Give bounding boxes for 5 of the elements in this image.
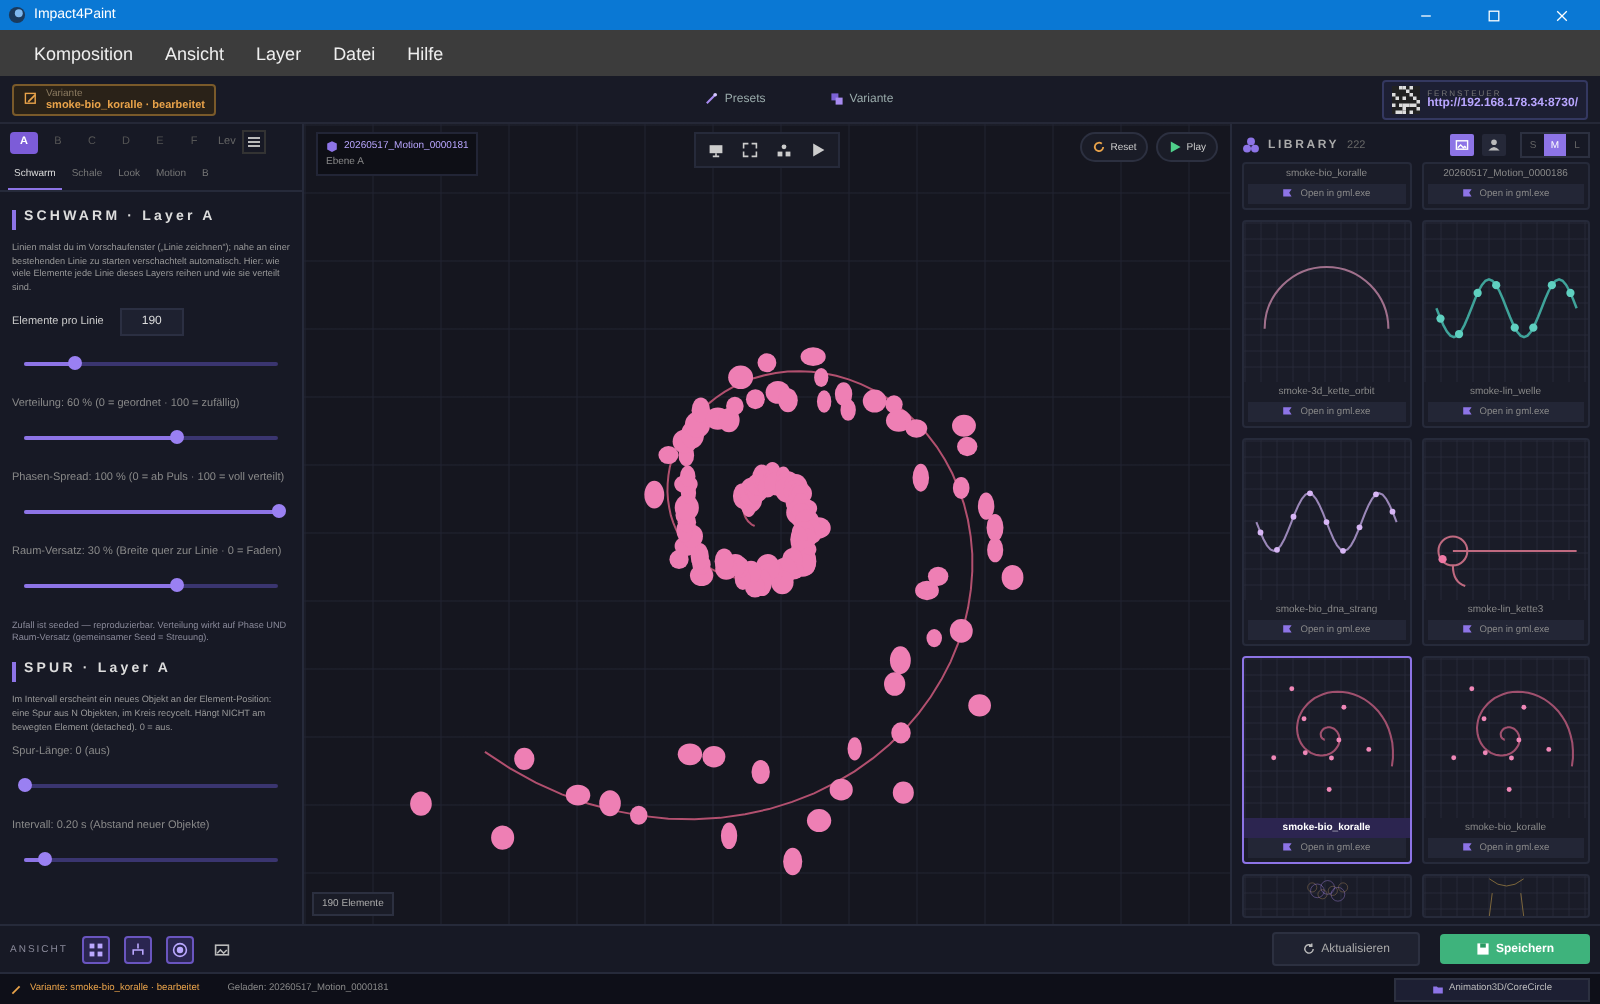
menu-item[interactable]: Layer <box>240 43 318 63</box>
menu-item[interactable]: Komposition <box>18 43 150 63</box>
menu-item[interactable]: Datei <box>317 43 392 63</box>
menu-item[interactable]: Ansicht <box>149 43 241 63</box>
menu-item[interactable]: Hilfe <box>391 43 460 63</box>
